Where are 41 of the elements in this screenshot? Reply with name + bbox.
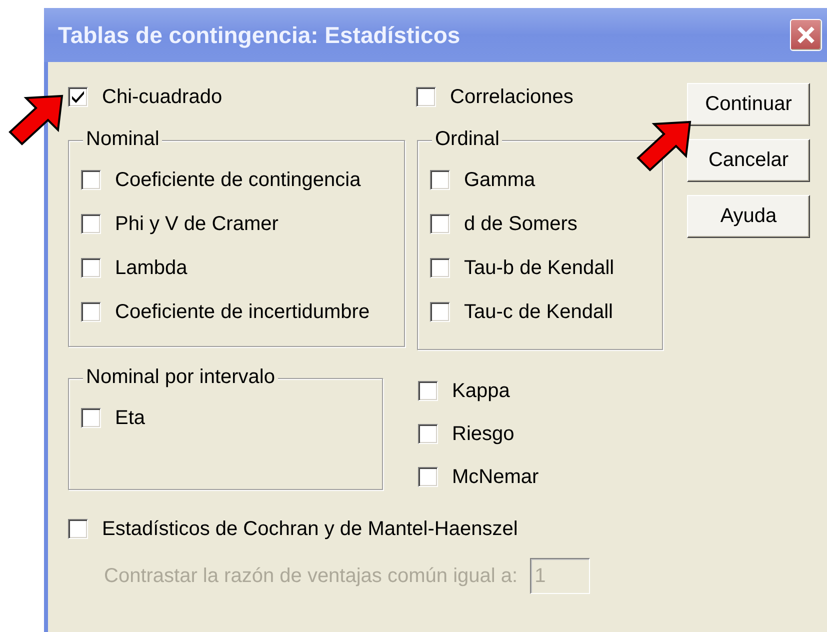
checkbox[interactable] xyxy=(416,87,436,107)
arrow-icon xyxy=(6,92,66,148)
checkbox[interactable] xyxy=(81,302,101,322)
dialog-button[interactable]: Continuar xyxy=(687,83,810,126)
arrow-icon xyxy=(634,118,694,174)
checkbox-label: Lambda xyxy=(115,256,188,280)
checkbox[interactable] xyxy=(430,258,450,278)
close-icon xyxy=(796,25,816,45)
checkbox-label: Coeficiente de contingencia xyxy=(115,168,361,192)
checkbox[interactable] xyxy=(418,467,438,487)
checkbox-label: McNemar xyxy=(452,466,539,488)
checkbox-label: Correlaciones xyxy=(450,86,574,108)
window-title: Tablas de contingencia: Estadísticos xyxy=(58,22,460,48)
checkbox-label: Tau-b de Kendall xyxy=(464,256,614,280)
checkbox-label: Riesgo xyxy=(452,422,514,446)
dialog-button[interactable]: Cancelar xyxy=(687,139,810,182)
checkbox-label: Gamma xyxy=(464,168,536,192)
close-button[interactable] xyxy=(790,19,822,51)
checkbox[interactable] xyxy=(418,381,438,401)
checkbox-label: Phi y V de Cramer xyxy=(115,212,278,236)
checkbox-label: d de Somers xyxy=(464,212,578,236)
checkbox-label: Kappa xyxy=(452,380,510,402)
checkbox[interactable] xyxy=(68,519,88,539)
checkbox[interactable] xyxy=(81,170,101,190)
checkbox-label: Eta xyxy=(115,406,146,430)
checkbox-label: Estadísticos de Cochran y de Mantel-Haenszel xyxy=(102,518,518,540)
checkbox[interactable] xyxy=(68,87,88,107)
checkbox[interactable] xyxy=(430,302,450,322)
check-icon xyxy=(71,90,85,104)
checkbox-label: Chi-cuadrado xyxy=(102,86,222,108)
checkbox-label: Coeficiente de incertidumbre xyxy=(115,300,370,324)
odds-ratio-label: Contrastar la razón de ventajas común igual a: xyxy=(104,564,518,588)
dialog-button[interactable]: Ayuda xyxy=(687,195,810,238)
group-title: Nominal por intervalo xyxy=(83,366,278,389)
checkbox[interactable] xyxy=(430,170,450,190)
checkbox-label: Tau-c de Kendall xyxy=(464,300,613,324)
checkbox[interactable] xyxy=(418,424,438,444)
checkbox[interactable] xyxy=(81,408,101,428)
checkbox[interactable] xyxy=(81,214,101,234)
checkbox[interactable] xyxy=(81,258,101,278)
checkbox[interactable] xyxy=(430,214,450,234)
